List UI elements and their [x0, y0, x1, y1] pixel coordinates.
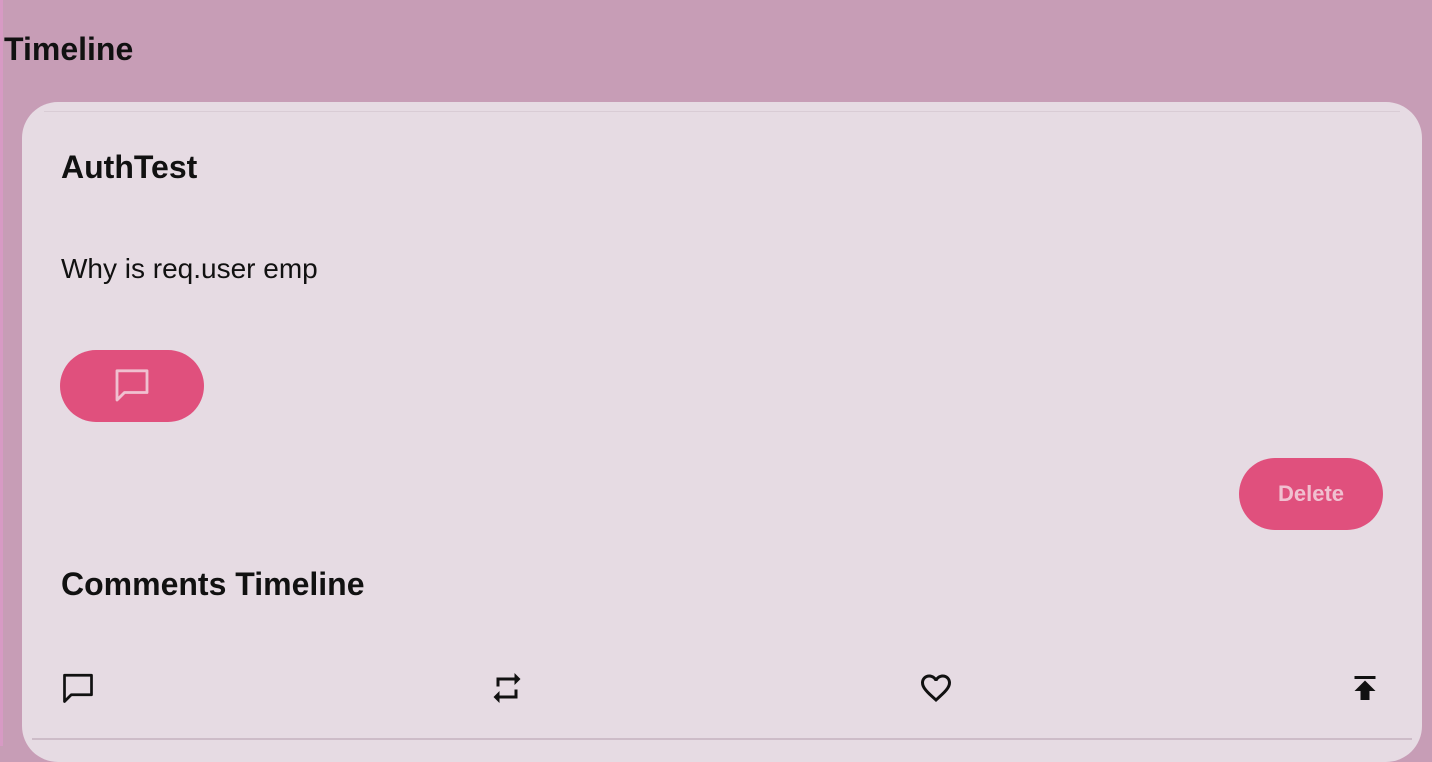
card-top-divider	[44, 102, 1400, 112]
like-action-button[interactable]	[918, 672, 954, 708]
comments-timeline-title: Comments Timeline	[61, 566, 365, 602]
scroll-to-top-icon	[1347, 670, 1383, 711]
left-edge-stripe	[0, 0, 3, 746]
card-bottom-divider	[32, 738, 1412, 740]
repost-icon	[489, 670, 525, 711]
comment-button[interactable]	[60, 350, 204, 422]
post-body: Why is req.user emp	[61, 253, 318, 284]
comment-action-button[interactable]	[60, 672, 96, 708]
page-title: Timeline	[4, 31, 134, 67]
post-author: AuthTest	[61, 149, 198, 185]
post-card: AuthTest Why is req.user emp Delete Comm…	[22, 102, 1422, 762]
scroll-to-top-action-button[interactable]	[1347, 672, 1383, 708]
repost-action-button[interactable]	[489, 672, 525, 708]
heart-icon	[918, 670, 954, 711]
delete-button[interactable]: Delete	[1239, 458, 1383, 530]
comment-icon	[60, 670, 96, 711]
comment-icon	[112, 365, 152, 408]
